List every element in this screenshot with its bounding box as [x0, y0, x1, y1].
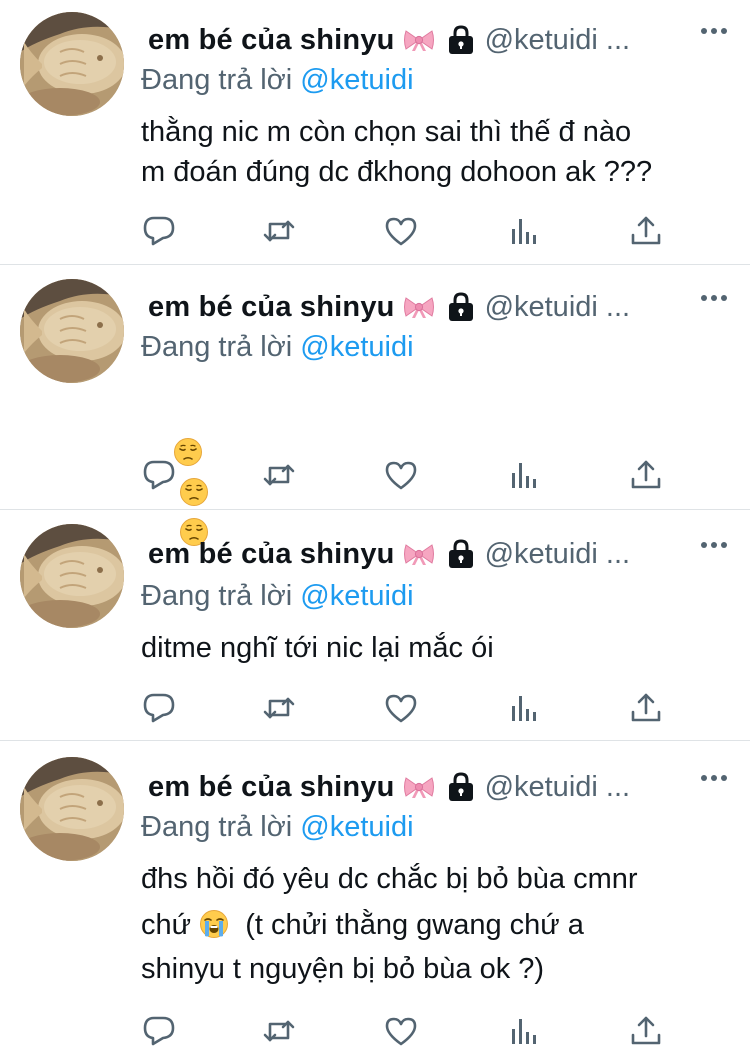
- reply-button[interactable]: [141, 1013, 177, 1049]
- like-icon: [383, 1013, 419, 1049]
- author-handle[interactable]: @ketuidi ...: [485, 24, 631, 57]
- like-button[interactable]: [383, 690, 419, 726]
- share-icon: [628, 1013, 664, 1049]
- tweet[interactable]: em bé của shinyu @ketuidi ... Đang trả l…: [0, 0, 750, 264]
- retweet-icon: [261, 457, 297, 493]
- replying-to: Đang trả lời @ketuidi: [141, 64, 414, 97]
- tweet-header: em bé của shinyu @ketuidi ...: [148, 534, 730, 574]
- avatar[interactable]: [20, 757, 124, 861]
- action-bar: [141, 690, 681, 726]
- views-button[interactable]: [506, 213, 542, 249]
- replying-to: Đang trả lời @ketuidi: [141, 331, 414, 364]
- more-dots-icon[interactable]: [700, 26, 728, 36]
- replying-to-label: Đang trả lời: [141, 64, 301, 96]
- share-button[interactable]: [628, 213, 664, 249]
- more-dots-icon[interactable]: [700, 293, 728, 303]
- share-icon: [628, 457, 664, 493]
- tweet[interactable]: em bé của shinyu @ketuidi ... Đang trả l…: [0, 265, 750, 509]
- lock-icon: [447, 25, 475, 55]
- author-name[interactable]: em bé của shinyu: [148, 771, 395, 804]
- like-button[interactable]: [383, 213, 419, 249]
- tweet-text: đhs hồi đó yêu dc chắc bị bỏ bùa cmnr chứ…: [141, 859, 741, 989]
- like-icon: [383, 213, 419, 249]
- replying-to: Đang trả lời @ketuidi: [141, 580, 414, 613]
- retweet-icon: [261, 1013, 297, 1049]
- lock-icon: [447, 539, 475, 569]
- share-icon: [628, 213, 664, 249]
- tweet-text-line: chứ (t chửi thằng gwang chứ a: [141, 905, 741, 945]
- loudly-crying-face-emoji: [199, 909, 229, 939]
- retweet-icon: [261, 690, 297, 726]
- retweet-button[interactable]: [261, 213, 297, 249]
- reply-icon: [141, 457, 177, 493]
- retweet-button[interactable]: [261, 457, 297, 493]
- like-icon: [383, 690, 419, 726]
- tweet-text: ditme nghĩ tới nic lại mắc ói: [141, 632, 494, 664]
- reply-mention-link[interactable]: @ketuidi: [300, 580, 413, 612]
- replying-to-label: Đang trả lời: [141, 580, 301, 612]
- tweet-text-line: shinyu t nguyện bị bỏ bùa ok ?): [141, 953, 545, 985]
- tweet-text-line: đhs hồi đó yêu dc chắc bị bỏ bùa cmnr: [141, 863, 638, 895]
- ribbon-bow-icon: [403, 775, 435, 799]
- reply-button[interactable]: [141, 457, 177, 493]
- avatar[interactable]: [20, 12, 124, 116]
- reply-mention-link[interactable]: @ketuidi: [300, 811, 413, 843]
- reply-mention-link[interactable]: @ketuidi: [300, 64, 413, 96]
- tweet-header: em bé của shinyu @ketuidi ...: [148, 287, 730, 327]
- ribbon-bow-icon: [403, 28, 435, 52]
- views-icon: [506, 1013, 542, 1049]
- more-dots-icon[interactable]: [700, 773, 728, 783]
- tweet-text-fragment: (t chửi thằng gwang chứ a: [229, 909, 584, 941]
- lock-icon: [447, 292, 475, 322]
- views-icon: [506, 457, 542, 493]
- tweet-text-fragment: chứ: [141, 909, 200, 941]
- replying-to: Đang trả lời @ketuidi: [141, 811, 414, 844]
- share-button[interactable]: [628, 690, 664, 726]
- like-button[interactable]: [383, 457, 419, 493]
- author-handle[interactable]: @ketuidi ...: [485, 291, 631, 324]
- share-button[interactable]: [628, 1013, 664, 1049]
- more-dots-icon[interactable]: [700, 540, 728, 550]
- tweet[interactable]: em bé của shinyu @ketuidi ... Đang trả l…: [0, 741, 750, 1062]
- reply-icon: [141, 213, 177, 249]
- retweet-button[interactable]: [261, 1013, 297, 1049]
- like-button[interactable]: [383, 1013, 419, 1049]
- action-bar: [141, 457, 681, 493]
- reply-icon: [141, 690, 177, 726]
- ribbon-bow-icon: [403, 542, 435, 566]
- views-button[interactable]: [506, 690, 542, 726]
- share-icon: [628, 690, 664, 726]
- reply-button[interactable]: [141, 213, 177, 249]
- lock-icon: [447, 772, 475, 802]
- author-name[interactable]: em bé của shinyu: [148, 24, 395, 57]
- author-name[interactable]: em bé của shinyu: [148, 538, 395, 571]
- tweet-header: em bé của shinyu @ketuidi ...: [148, 767, 730, 807]
- replying-to-label: Đang trả lời: [141, 331, 301, 363]
- tweet-header: em bé của shinyu @ketuidi ...: [148, 20, 730, 60]
- views-button[interactable]: [506, 1013, 542, 1049]
- retweet-button[interactable]: [261, 690, 297, 726]
- views-icon: [506, 690, 542, 726]
- action-bar: [141, 1013, 681, 1049]
- tweet-text: thằng nic m còn chọn sai thì thế đ nào m…: [141, 116, 653, 188]
- share-button[interactable]: [628, 457, 664, 493]
- author-handle[interactable]: @ketuidi ...: [485, 538, 631, 571]
- reply-mention-link[interactable]: @ketuidi: [300, 331, 413, 363]
- like-icon: [383, 457, 419, 493]
- avatar[interactable]: [20, 279, 124, 383]
- author-name[interactable]: em bé của shinyu: [148, 291, 395, 324]
- ribbon-bow-icon: [403, 295, 435, 319]
- avatar[interactable]: [20, 524, 124, 628]
- reply-button[interactable]: [141, 690, 177, 726]
- views-icon: [506, 213, 542, 249]
- reply-icon: [141, 1013, 177, 1049]
- author-handle[interactable]: @ketuidi ...: [485, 771, 631, 804]
- retweet-icon: [261, 213, 297, 249]
- action-bar: [141, 213, 681, 249]
- views-button[interactable]: [506, 457, 542, 493]
- tweet[interactable]: em bé của shinyu @ketuidi ... Đang trả l…: [0, 510, 750, 740]
- replying-to-label: Đang trả lời: [141, 811, 301, 843]
